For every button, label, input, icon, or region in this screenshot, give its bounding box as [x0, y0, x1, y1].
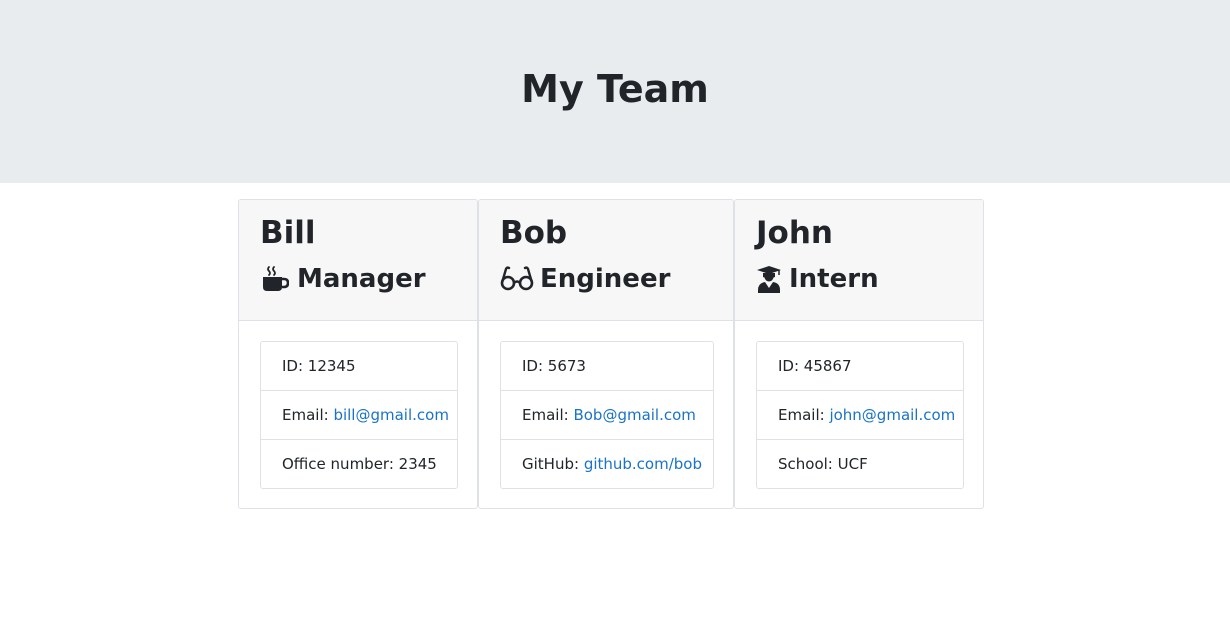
list-item-id: ID: 45867: [757, 342, 963, 391]
role-label: Manager: [297, 264, 426, 294]
employee-role: Engineer: [500, 262, 670, 296]
employee-card-intern: John Intern ID: 45867 Email: john@gmail.…: [734, 199, 984, 509]
list-item-id: ID: 12345: [261, 342, 457, 391]
employee-name: Bill: [260, 215, 316, 251]
role-label: Intern: [789, 264, 879, 294]
list-item-email: Email: bill@gmail.com: [261, 391, 457, 440]
school-text: School: UCF: [778, 455, 868, 473]
github-link[interactable]: github.com/bob: [584, 455, 702, 473]
card-header: Bob Engineer: [479, 200, 733, 321]
list-item-id: ID: 5673: [501, 342, 713, 391]
employee-role: Intern: [756, 262, 879, 296]
employee-details: ID: 12345 Email: bill@gmail.com Office n…: [260, 341, 458, 489]
team-header: My Team: [0, 0, 1230, 183]
graduate-icon: [756, 264, 782, 294]
email-link[interactable]: Bob@gmail.com: [573, 406, 695, 424]
email-link[interactable]: john@gmail.com: [829, 406, 955, 424]
id-text: ID: 5673: [522, 357, 586, 375]
id-text: ID: 45867: [778, 357, 852, 375]
card-header: John Intern: [735, 200, 983, 321]
id-text: ID: 12345: [282, 357, 356, 375]
office-number-text: Office number: 2345: [282, 455, 437, 473]
glasses-icon: [500, 264, 534, 294]
page-title: My Team: [521, 67, 709, 111]
email-prefix: Email:: [282, 406, 334, 424]
card-header: Bill Manager: [239, 200, 477, 321]
employee-card-engineer: Bob Engineer ID: 5673 Email: Bob@gmail.c…: [478, 199, 734, 509]
coffee-icon: [260, 264, 290, 294]
employee-details: ID: 5673 Email: Bob@gmail.com GitHub: gi…: [500, 341, 714, 489]
github-prefix: GitHub:: [522, 455, 584, 473]
employee-name: John: [756, 215, 833, 251]
employee-role: Manager: [260, 262, 426, 296]
employee-details: ID: 45867 Email: john@gmail.com School: …: [756, 341, 964, 489]
employee-card-manager: Bill Manager ID: 12345 Email: bill@gmail…: [238, 199, 478, 509]
employee-name: Bob: [500, 215, 568, 251]
list-item-email: Email: Bob@gmail.com: [501, 391, 713, 440]
email-link[interactable]: bill@gmail.com: [333, 406, 449, 424]
role-label: Engineer: [540, 264, 671, 294]
list-item-office: Office number: 2345: [261, 440, 457, 488]
email-prefix: Email:: [522, 406, 574, 424]
email-prefix: Email:: [778, 406, 830, 424]
list-item-email: Email: john@gmail.com: [757, 391, 963, 440]
list-item-school: School: UCF: [757, 440, 963, 488]
list-item-github: GitHub: github.com/bob: [501, 440, 713, 488]
